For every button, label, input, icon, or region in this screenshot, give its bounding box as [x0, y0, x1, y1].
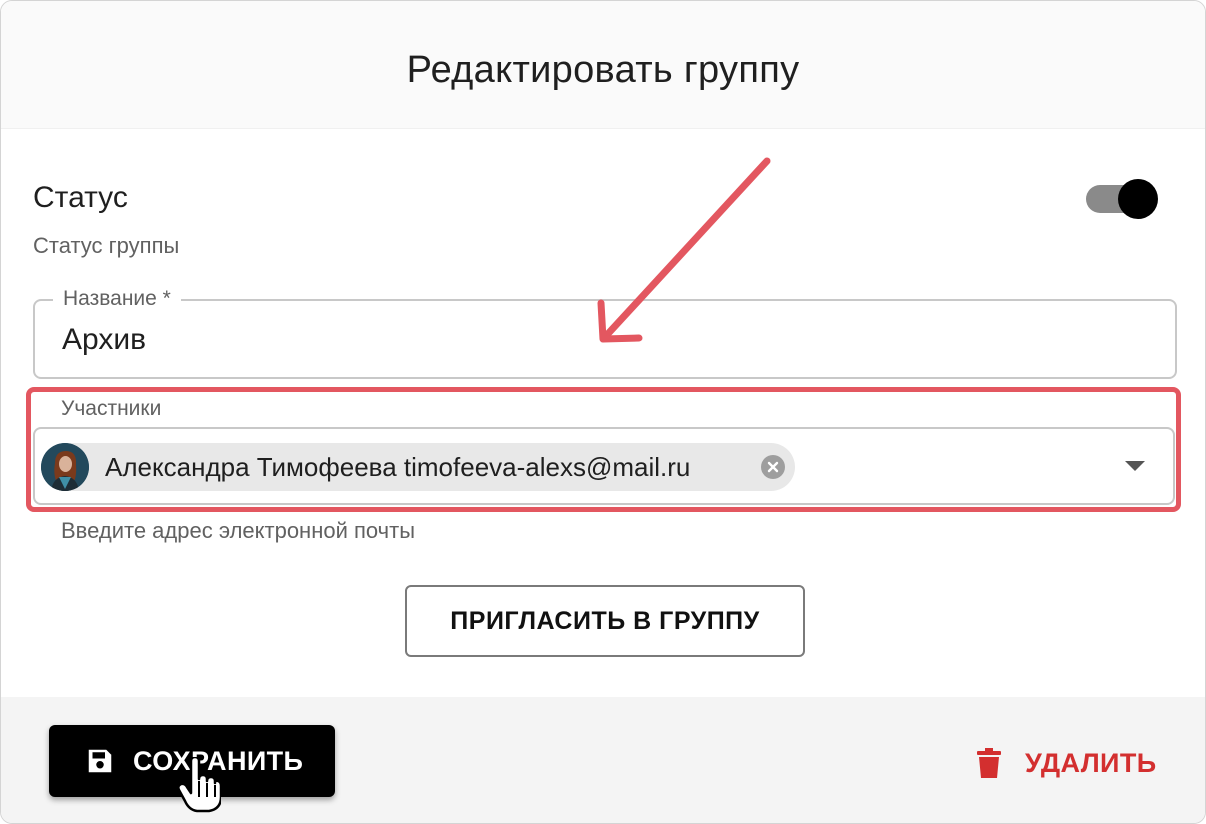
hand-pointer-icon — [177, 757, 221, 813]
delete-button-label: УДАЛИТЬ — [1025, 747, 1157, 778]
status-label: Статус — [33, 181, 128, 214]
name-field-label: Название * — [53, 285, 181, 313]
toggle-thumb — [1118, 179, 1158, 219]
members-helper-text: Введите адрес электронной почты — [61, 518, 416, 543]
members-field-label: Участники — [51, 397, 172, 421]
avatar — [41, 443, 89, 491]
annotation-arrow-icon — [597, 157, 771, 343]
floppy-disk-icon — [88, 749, 112, 773]
invite-button[interactable]: ПРИГЛАСИТЬ В ГРУППУ — [405, 585, 805, 657]
dialog-title: Редактировать группу — [406, 49, 800, 91]
member-chip-label: Александра Тимофеева timofeeva-alexs@mai… — [105, 451, 691, 482]
members-field[interactable]: Александра Тимофеева timofeeva-alexs@mai… — [33, 427, 1175, 505]
edit-group-dialog: Редактировать группу Статус Статус групп… — [0, 0, 1206, 824]
trash-icon — [977, 748, 1001, 778]
delete-button[interactable]: УДАЛИТЬ — [977, 743, 1157, 783]
close-circle-icon[interactable] — [761, 455, 785, 479]
name-field-value[interactable]: Архив — [62, 323, 146, 357]
dialog-footer: СОХРАНИТЬ УДАЛИТЬ — [1, 697, 1205, 823]
dialog-header: Редактировать группу — [1, 1, 1205, 129]
member-chip[interactable]: Александра Тимофеева timofeeva-alexs@mai… — [41, 443, 795, 491]
chevron-down-icon[interactable] — [1125, 461, 1145, 471]
status-toggle[interactable] — [1084, 179, 1160, 221]
avatar-image — [41, 443, 89, 491]
status-description: Статус группы — [33, 233, 180, 258]
